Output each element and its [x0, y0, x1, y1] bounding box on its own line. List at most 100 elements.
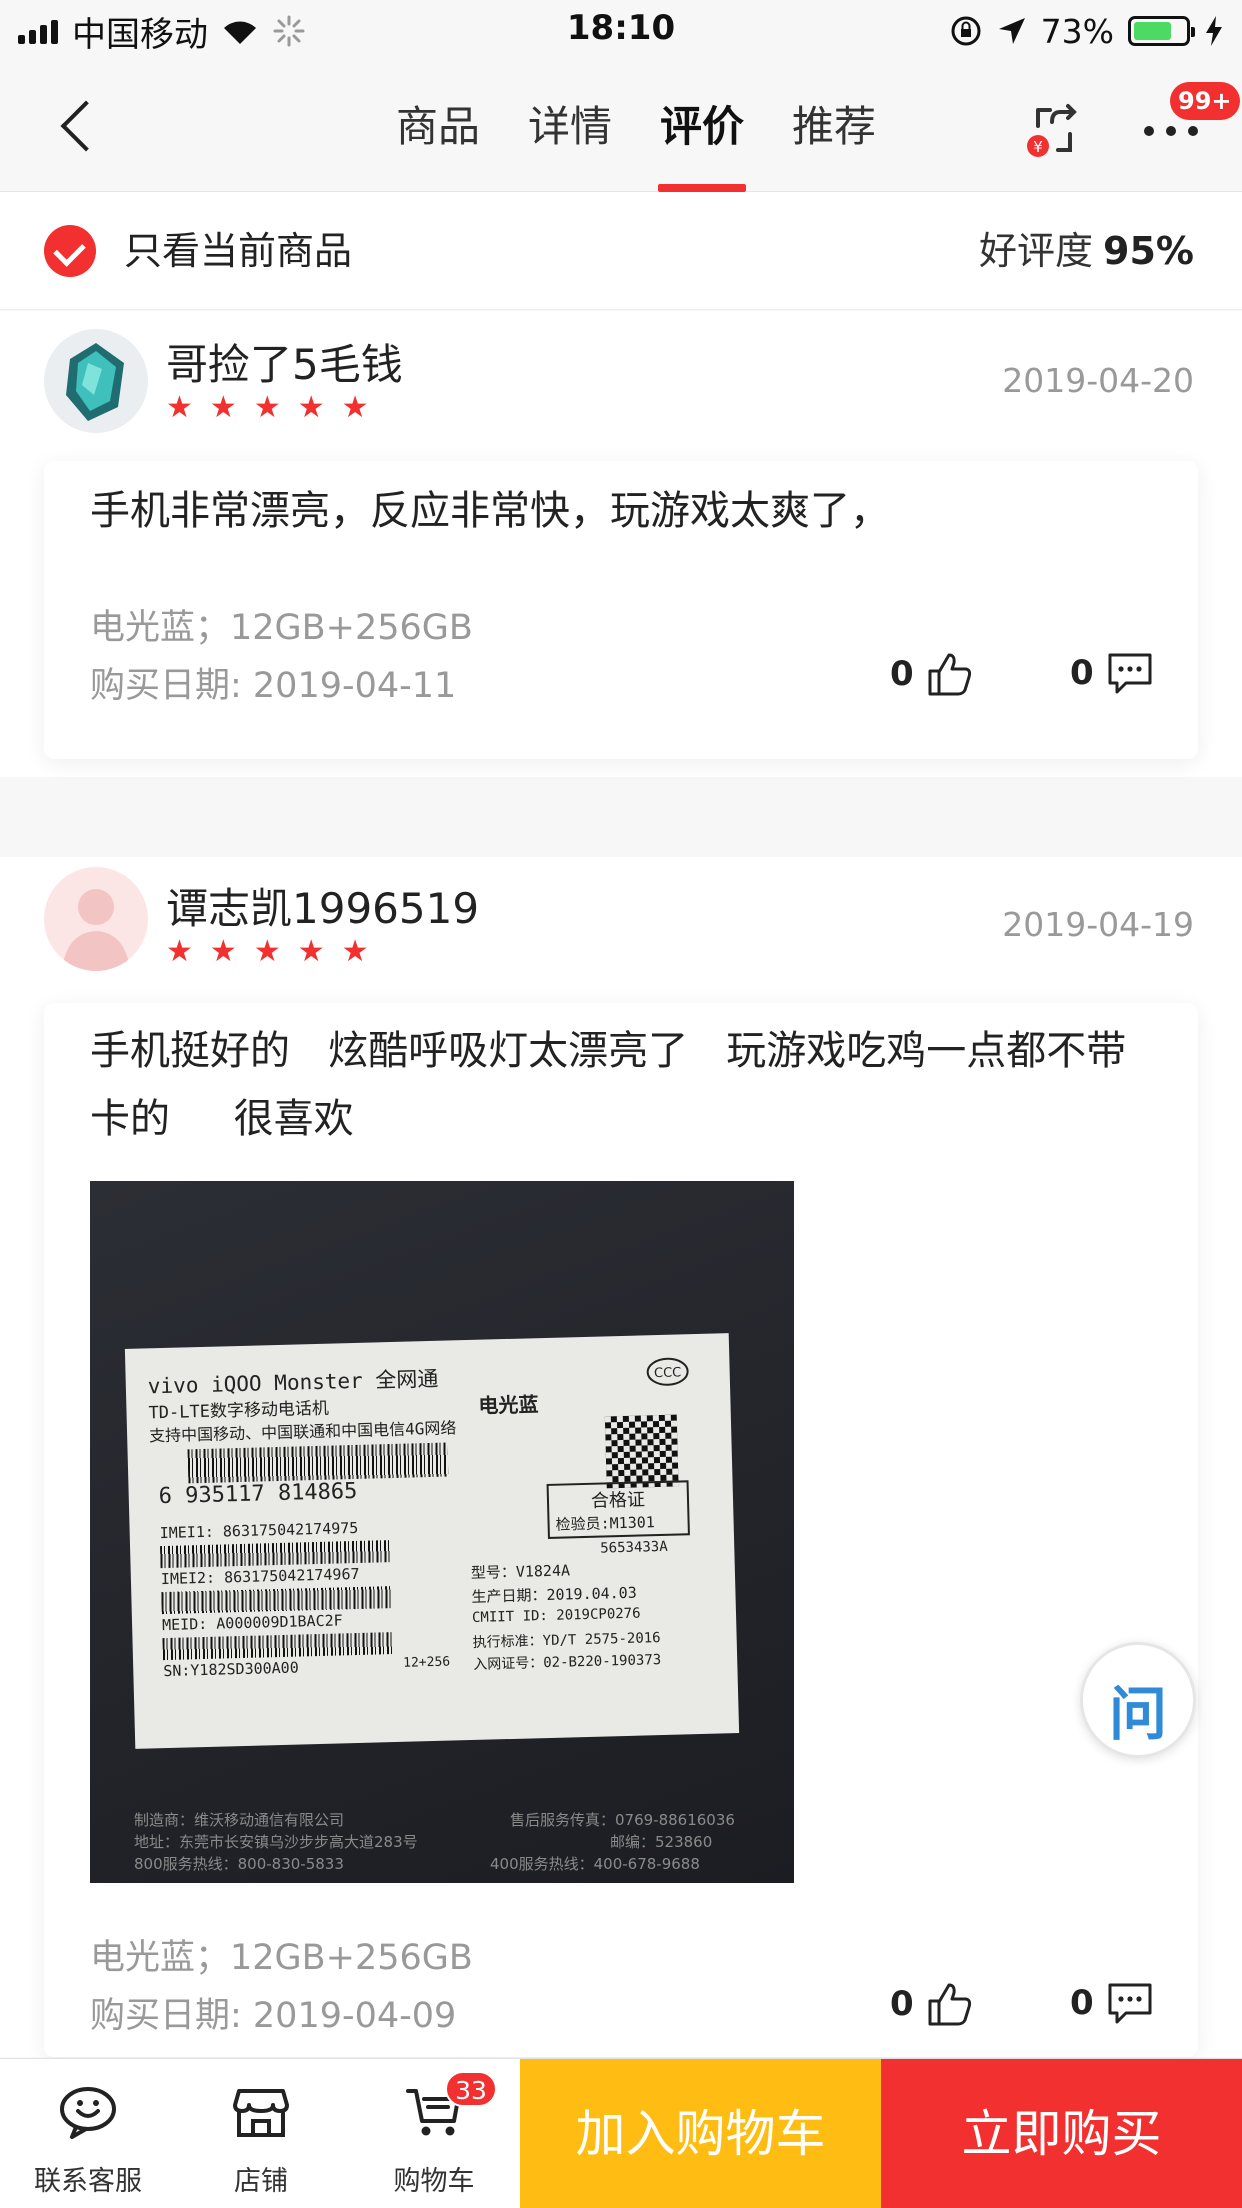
review-photo[interactable]: vivo iQOO Monster 全网通 TD-LTE数字移动电话机 电光蓝 …: [90, 1181, 794, 1883]
label-line: 合格证: [590, 1489, 646, 1512]
bottom-action-bar: 联系客服 店铺 33 购物车 加入购物车 立即购买: [0, 2058, 1242, 2208]
star-icon: ★: [166, 390, 193, 425]
rotation-lock-icon: [951, 16, 981, 46]
star-icon: ★: [209, 934, 237, 969]
store-label: 店铺: [234, 2166, 288, 2197]
store-icon: [233, 2089, 289, 2137]
label-line: 电光蓝: [478, 1392, 539, 1418]
tab-product[interactable]: 商品: [372, 62, 504, 192]
star-icon: ★: [297, 934, 325, 969]
status-bar: 中国移动 18:10 73%: [0, 0, 1242, 62]
label-line: SN:Y182SD300A00: [163, 1658, 299, 1681]
photo-text: 400服务热线：400-678-9688: [490, 1855, 700, 1873]
review-item: 哥捡了5毛钱 ★ ★ ★ ★ ★ 2019-04-20 手机非常漂亮，反应非常快…: [0, 311, 1242, 777]
share-money-icon: ¥: [1027, 104, 1077, 157]
like-count: 0: [890, 1984, 914, 2024]
battery-percent: 73%: [1040, 11, 1114, 51]
battery-icon: [1128, 16, 1195, 46]
comment-icon: [1108, 1983, 1152, 2024]
customer-service-icon: [60, 2087, 116, 2139]
ask-question-button[interactable]: 问: [1080, 1642, 1196, 1758]
back-button[interactable]: [46, 90, 106, 160]
charging-icon: [1206, 16, 1222, 46]
rating-value: 95%: [1103, 229, 1194, 273]
review-username: 谭志凯1996519: [166, 884, 480, 933]
product-label: vivo iQOO Monster 全网通 TD-LTE数字移动电话机 电光蓝 …: [124, 1333, 740, 1749]
status-right: 73%: [949, 8, 1224, 54]
review-item: 谭志凯1996519 ★ ★ ★ ★ ★ 2019-04-19 手机挺好的 炫酷…: [0, 857, 1242, 2057]
ccc-logo-icon: CCC: [646, 1357, 689, 1386]
label-line: 入网证号：02-B220-190373: [473, 1652, 662, 1673]
filter-bar: 只看当前商品 好评度 95%: [0, 192, 1242, 310]
label-line: 检验员:M1301: [555, 1513, 656, 1534]
customer-service-label: 联系客服: [34, 2166, 142, 2197]
photo-text: 售后服务传真：0769-88616036: [510, 1811, 735, 1829]
barcode-icon: [187, 1442, 449, 1484]
default-avatar-image: [44, 867, 148, 971]
review-username: 哥捡了5毛钱: [166, 340, 403, 389]
label-line: IMEI2: 863175042174967: [160, 1564, 360, 1589]
photo-text: 800服务热线：800-830-5833: [134, 1855, 344, 1873]
review-text: 手机挺好的 炫酷呼吸灯太漂亮了 玩游戏吃鸡一点都不带卡的 很喜欢: [90, 1028, 1127, 1142]
review-card: 手机非常漂亮，反应非常快，玩游戏太爽了， 电光蓝；12GB+256GB 购买日期…: [44, 461, 1198, 759]
comment-button[interactable]: 0: [1070, 651, 1154, 695]
svg-text:CCC: CCC: [654, 1365, 682, 1381]
avatar-image: [44, 329, 148, 433]
store-button[interactable]: 店铺: [176, 2059, 346, 2208]
label-line: MEID: A000009D1BAC2F: [161, 1611, 343, 1635]
label-line: 12+256: [402, 1654, 451, 1671]
star-icon: ★: [209, 390, 237, 425]
nav-bar: 商品 详情 评价 推荐 ¥ 99+: [0, 62, 1242, 192]
like-button[interactable]: 0: [890, 1981, 974, 2027]
photo-text: 邮编：523860: [610, 1833, 713, 1851]
label-line: IMEI1: 863175042174975: [159, 1518, 359, 1543]
comment-count: 0: [1070, 653, 1094, 693]
comment-icon: [1108, 653, 1152, 694]
add-to-cart-button[interactable]: 加入购物车: [520, 2059, 881, 2208]
photo-text: 地址：东莞市长安镇乌沙步步高大道283号: [134, 1833, 418, 1851]
avatar[interactable]: [44, 329, 148, 433]
rating-stars: ★ ★ ★ ★ ★: [166, 393, 369, 423]
purchase-date: 购买日期: 2019-04-09: [90, 1996, 457, 2036]
checkbox-current-product[interactable]: [44, 225, 96, 277]
comment-button[interactable]: 0: [1070, 1981, 1154, 2025]
barcode-icon: [160, 1540, 391, 1569]
review-text: 手机非常漂亮，反应非常快，玩游戏太爽了，: [90, 488, 890, 534]
avatar[interactable]: [44, 867, 148, 971]
battery-fill: [1134, 22, 1171, 40]
comment-count: 0: [1070, 1983, 1094, 2023]
like-button[interactable]: 0: [890, 651, 974, 697]
review-date: 2019-04-20: [1002, 361, 1194, 400]
cart-count-badge: 33: [445, 2071, 497, 2107]
ask-icon: 问: [1108, 1680, 1167, 1748]
label-line: 6 935117 814865: [158, 1478, 358, 1510]
tab-reviews[interactable]: 评价: [636, 62, 768, 192]
label-line: 执行标准：YD/T 2575-2016: [472, 1630, 661, 1651]
qr-code-icon: [604, 1414, 679, 1489]
tab-details[interactable]: 详情: [504, 62, 636, 192]
tab-bar: 商品 详情 评价 推荐: [372, 62, 900, 192]
review-card: 手机挺好的 炫酷呼吸灯太漂亮了 玩游戏吃鸡一点都不带卡的 很喜欢 vivo iQ…: [44, 1003, 1198, 2057]
tab-recommend[interactable]: 推荐: [768, 62, 900, 192]
buy-now-button[interactable]: 立即购买: [881, 2059, 1242, 2208]
share-button[interactable]: ¥: [1024, 100, 1084, 160]
review-date: 2019-04-19: [1002, 905, 1194, 944]
barcode-icon: [161, 1586, 392, 1615]
label-line: 生产日期：2019.04.03: [471, 1583, 637, 1606]
purchase-date: 购买日期: 2019-04-11: [90, 666, 457, 706]
star-icon: ★: [341, 934, 369, 969]
cart-button[interactable]: 33 购物车: [349, 2059, 519, 2208]
rating-label: 好评度: [979, 229, 1094, 273]
message-badge: 99+: [1170, 82, 1240, 120]
rating-stars: ★ ★ ★ ★ ★: [166, 937, 369, 967]
customer-service-button[interactable]: 联系客服: [3, 2059, 173, 2208]
review-variant: 电光蓝；12GB+256GB: [90, 608, 473, 648]
star-icon: ★: [253, 390, 281, 425]
filter-label[interactable]: 只看当前商品: [124, 222, 352, 280]
location-icon: [998, 18, 1025, 44]
thumbs-up-icon: [928, 1983, 971, 2026]
label-line: 5653433A: [600, 1538, 668, 1557]
photo-text: 制造商：维沃移动通信有限公司: [134, 1811, 345, 1829]
star-icon: ★: [341, 390, 369, 425]
svg-text:¥: ¥: [1033, 138, 1043, 156]
